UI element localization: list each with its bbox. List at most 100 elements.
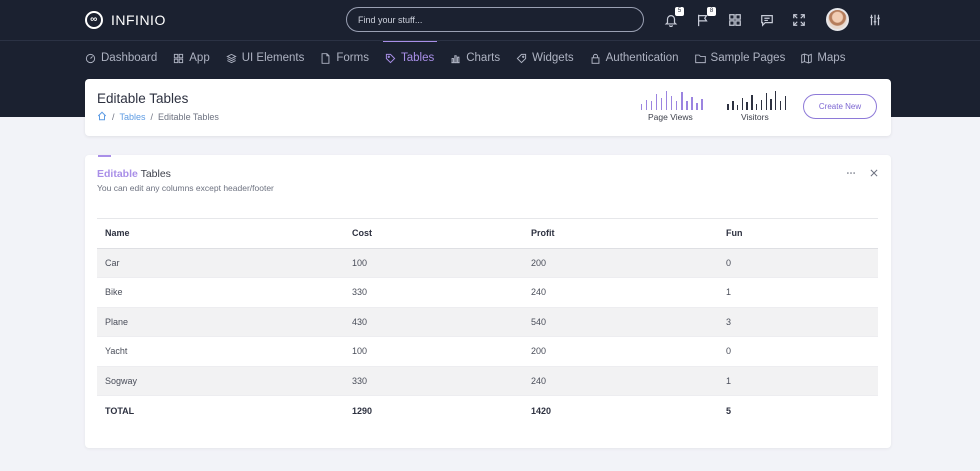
main-nav: Dashboard App UI Elements Forms Tables C… [85,41,861,67]
sparkline-bar [784,95,786,110]
nav-dashboard[interactable]: Dashboard [85,49,157,67]
sparkline-bar [640,104,642,110]
table-cell[interactable]: Car [97,248,344,278]
sparkline-bar [691,96,693,110]
flags-button[interactable]: 8 [694,7,716,29]
user-avatar[interactable] [826,8,849,31]
chat-icon [761,15,773,27]
table-cell[interactable]: Yacht [97,336,344,367]
folder-icon [694,54,706,63]
dashboard-icon [85,53,96,63]
apps-button[interactable] [726,11,744,29]
expand-icon [793,14,805,26]
nav-ui-elements[interactable]: UI Elements [226,49,305,67]
nav-authentication[interactable]: Authentication [590,49,679,67]
table-cell[interactable]: Plane [97,307,344,337]
table-cell[interactable]: Sogway [97,366,344,396]
breadcrumb-tables[interactable]: Tables [120,112,146,122]
sparkline-bar [686,101,688,110]
table-cell[interactable]: 200 [523,248,718,278]
top-icons: 5 8 [660,7,890,32]
table-cell[interactable]: 0 [718,336,878,367]
nav-widgets[interactable]: Widgets [516,49,574,67]
table-cell[interactable]: 1 [718,277,878,308]
breadcrumb-current: Editable Tables [158,112,219,122]
table-cell[interactable]: 1 [718,366,878,396]
breadcrumb-separator: / [150,112,154,122]
search-input[interactable] [346,7,644,32]
nav-label: Maps [817,52,846,64]
card-close-button[interactable] [868,167,879,178]
messages-button[interactable] [758,11,776,29]
breadcrumb-home[interactable] [97,111,107,123]
table-row: Car 100 200 0 [97,248,878,278]
table-header-row: Name Cost Profit Fun [97,218,878,248]
bar-chart-icon [451,54,460,63]
create-new-button[interactable]: Create New [803,94,877,119]
tag-icon [385,53,396,63]
table-cell[interactable]: 100 [344,336,523,367]
nav-forms[interactable]: Forms [320,49,369,67]
nav-label: Forms [336,52,369,64]
header-divider [0,40,980,41]
footer-cell: TOTAL [105,405,135,416]
nav-label: Charts [466,52,501,64]
column-header-cost: Cost [352,228,372,239]
table-cell[interactable]: 240 [523,366,718,396]
brand-name: INFINIO [111,12,166,28]
nav-label: Sample Pages [710,52,786,64]
sparkline-bar [770,98,772,110]
column-header-name: Name [105,228,130,239]
table-cell[interactable]: 200 [523,336,718,367]
sparkline-bar [775,91,777,110]
column-header-profit: Profit [531,228,555,239]
sparkline-bar [736,105,739,110]
nav-label: UI Elements [241,52,305,64]
lock-icon [591,53,600,64]
map-icon [801,53,813,63]
table-cell[interactable]: 330 [344,277,523,308]
table-cell[interactable]: 240 [523,277,718,308]
table-cell[interactable]: Bike [97,277,344,308]
footer-cell: 1420 [531,405,552,416]
page-title: Editable Tables [97,91,189,106]
nav-tables[interactable]: Tables [382,41,438,67]
nav-charts[interactable]: Charts [450,49,500,67]
sparkline-bar [732,100,734,110]
breadcrumb: / Tables / Editable Tables [97,111,219,123]
table-cell[interactable]: 3 [718,307,878,337]
nav-maps[interactable]: Maps [801,49,845,67]
nav-sample-pages[interactable]: Sample Pages [694,49,786,67]
brand-logo[interactable]: ∞ INFINIO [85,11,166,29]
table-cell[interactable]: 100 [344,248,523,278]
sparkline-bar [645,99,647,110]
sparkline-bar [746,102,748,110]
sliders-icon [870,14,880,26]
footer-cell: 1290 [352,405,373,416]
table-cell[interactable]: 0 [718,248,878,278]
nav-app[interactable]: App [173,49,210,67]
visitors-label: Visitors [741,112,769,122]
sparkline-bar [765,92,767,110]
sparkline-bar [696,103,698,110]
editable-table: Name Cost Profit Fun Car 100 200 0 Bike … [97,218,878,425]
apps-grid-icon [729,14,741,26]
page-views-sparkline [638,91,704,110]
card-menu-button[interactable] [845,167,856,178]
notifications-button[interactable]: 5 [662,7,684,29]
table-cell[interactable]: 330 [344,366,523,396]
card-title-rest: Tables [137,168,171,180]
table-cell[interactable]: 540 [523,307,718,337]
footer-cell: 5 [726,405,732,416]
sparkline-bar [671,95,673,110]
table-row: Bike 330 240 1 [97,277,878,308]
breadcrumb-separator: / [112,112,115,122]
column-header-fun: Fun [726,228,743,239]
table-cell[interactable]: 430 [344,307,523,337]
sparkline-bar [756,104,758,110]
page-views-label: Page Views [648,112,693,122]
visitors-sparkline [725,91,787,110]
sparkline-bar [779,101,782,110]
fullscreen-button[interactable] [790,11,808,29]
settings-button[interactable] [866,11,884,29]
